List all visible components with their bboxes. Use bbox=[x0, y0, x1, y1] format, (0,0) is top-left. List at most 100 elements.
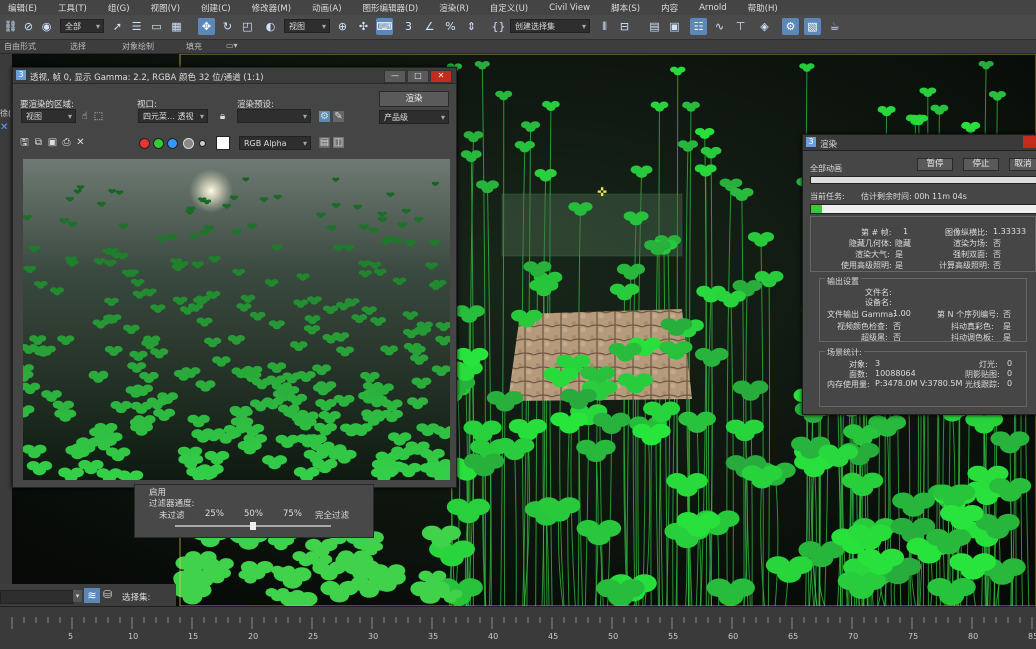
dither-true-label: 抖动真彩色: bbox=[951, 322, 994, 331]
ribbon-tab-populate[interactable]: 填充 bbox=[186, 41, 202, 52]
align-icon[interactable]: ⊟ bbox=[616, 18, 633, 35]
swatch-icon[interactable] bbox=[216, 136, 230, 150]
env-effects-icon[interactable]: ✎ bbox=[333, 111, 344, 122]
material-editor-icon[interactable]: ◈ bbox=[756, 18, 773, 35]
menu-item-3[interactable]: 视图(V) bbox=[143, 2, 193, 14]
maximize-button[interactable]: □ bbox=[407, 70, 429, 83]
copy-image-icon[interactable]: ⧉ bbox=[33, 137, 44, 148]
ribbon-tab-freeform[interactable]: 自由形式 bbox=[4, 41, 36, 52]
rendered-frame-window-icon[interactable]: ▧ bbox=[804, 18, 821, 35]
viewport-select[interactable]: 四元菜… 透视 bbox=[138, 109, 208, 124]
menu-item-9[interactable]: 自定义(U) bbox=[482, 2, 541, 14]
save-image-icon[interactable]: 🖫︎ bbox=[19, 137, 30, 148]
menu-item-13[interactable]: Arnold bbox=[691, 3, 740, 13]
preset-select[interactable] bbox=[237, 109, 311, 124]
menu-item-10[interactable]: Civil View bbox=[541, 3, 603, 13]
menu-item-1[interactable]: 工具(T) bbox=[50, 2, 100, 14]
unlink-icon[interactable]: ⊘ bbox=[20, 18, 37, 35]
selection-filter-select[interactable]: 全部 bbox=[60, 19, 104, 34]
aspect-label: 图像纵横比: bbox=[945, 228, 988, 237]
menu-item-0[interactable]: 编辑(E) bbox=[0, 2, 50, 14]
rect-select-icon[interactable]: ▭ bbox=[148, 18, 165, 35]
edit-named-sel-icon[interactable]: {} bbox=[490, 18, 507, 35]
clone-window-icon[interactable]: ▣ bbox=[47, 137, 58, 148]
stop-button[interactable]: 停止 bbox=[963, 158, 999, 171]
named-selection-select[interactable]: 创建选择集 bbox=[510, 19, 590, 34]
menu-item-14[interactable]: 帮助(H) bbox=[740, 2, 791, 14]
scene-explorer-icon[interactable]: ☷ bbox=[690, 18, 707, 35]
keyboard-shortcut-icon[interactable]: ⌨ bbox=[376, 18, 393, 35]
ribbon-tab-selection[interactable]: 选择 bbox=[70, 41, 86, 52]
menu-item-6[interactable]: 动画(A) bbox=[304, 2, 354, 14]
frame-window-titlebar[interactable]: 3 透视, 帧 0, 显示 Gamma: 2.2, RGBA 颜色 32 位/通… bbox=[13, 68, 456, 84]
close-button[interactable]: ✕ bbox=[430, 70, 452, 83]
print-icon[interactable]: ⎙ bbox=[61, 137, 72, 148]
toggle-ui-icon[interactable]: ▤ bbox=[319, 137, 330, 148]
render-progress-dialog[interactable]: 3 渲染 全部动画 暂停 停止 取消 当前任务: 估计剩余时间: 00h 11m… bbox=[802, 134, 1036, 415]
layer-explorer-icon[interactable]: ▤ bbox=[646, 18, 663, 35]
scale-icon[interactable]: ◰ bbox=[239, 18, 256, 35]
render-setup-icon[interactable]: ⚙ bbox=[782, 18, 799, 35]
pivot-icon[interactable]: ⊕ bbox=[334, 18, 351, 35]
filter-slider-thumb[interactable] bbox=[250, 522, 256, 530]
select-manipulate-icon[interactable]: ✣ bbox=[355, 18, 372, 35]
edit-region-icon[interactable]: ☝ bbox=[79, 111, 90, 122]
mirror-icon[interactable]: ⫴ bbox=[596, 18, 613, 35]
menu-item-5[interactable]: 修改器(M) bbox=[244, 2, 304, 14]
gizmo-icon[interactable]: ✜ bbox=[597, 185, 607, 199]
channel-display-select[interactable]: RGB Alpha bbox=[239, 136, 311, 151]
green-channel-icon[interactable] bbox=[153, 138, 164, 149]
area-select[interactable]: 视图 bbox=[21, 109, 76, 124]
render-production-icon[interactable]: ☕ bbox=[826, 18, 843, 35]
angle-snap-icon[interactable]: ∠ bbox=[421, 18, 438, 35]
ribbon-options-icon[interactable]: ▭▾ bbox=[226, 41, 238, 50]
alpha-channel-icon[interactable] bbox=[183, 138, 194, 149]
isolate-icon[interactable]: ≋ bbox=[84, 588, 100, 603]
snap-3d-icon[interactable]: 3 bbox=[400, 18, 417, 35]
overlay-icon[interactable]: ◫ bbox=[333, 137, 344, 148]
window-crossing-icon[interactable]: ▦ bbox=[168, 18, 185, 35]
mono-icon[interactable] bbox=[199, 140, 206, 147]
render-button[interactable]: 渲染 bbox=[379, 91, 449, 107]
aspect-value: 1.33333 bbox=[993, 227, 1027, 236]
frame-slider[interactable] bbox=[0, 590, 74, 604]
close-x-icon[interactable]: ✕ bbox=[0, 122, 8, 133]
product-level-select[interactable]: 产品级 bbox=[379, 110, 449, 125]
menu-item-8[interactable]: 渲染(R) bbox=[431, 2, 482, 14]
select-by-name-icon[interactable]: ☰ bbox=[128, 18, 145, 35]
place-icon[interactable]: ◐ bbox=[262, 18, 279, 35]
clear-icon[interactable]: ✕ bbox=[75, 137, 86, 148]
toggle-ribbon-icon[interactable]: ▣ bbox=[666, 18, 683, 35]
link-icon[interactable]: ⛓ bbox=[2, 18, 19, 35]
menu-item-4[interactable]: 创建(C) bbox=[193, 2, 244, 14]
selection-lock-icon[interactable]: ⛁ bbox=[103, 588, 112, 601]
render-setup-small-icon[interactable]: ⚙ bbox=[319, 111, 330, 122]
menu-item-12[interactable]: 内容 bbox=[653, 2, 691, 14]
cancel-button[interactable]: 取消 bbox=[1009, 158, 1036, 171]
spinner-snap-icon[interactable]: ⇕ bbox=[463, 18, 480, 35]
chevron-down-icon[interactable]: ▾ bbox=[73, 590, 82, 602]
select-object-icon[interactable]: ➚ bbox=[109, 18, 126, 35]
schematic-view-icon[interactable]: ⊤ bbox=[732, 18, 749, 35]
bind-icon[interactable]: ◉ bbox=[38, 18, 55, 35]
curve-editor-icon[interactable]: ∿ bbox=[711, 18, 728, 35]
ribbon-tab-object-paint[interactable]: 对象绘制 bbox=[122, 41, 154, 52]
menu-item-11[interactable]: 脚本(S) bbox=[603, 2, 653, 14]
pause-button[interactable]: 暂停 bbox=[917, 158, 953, 171]
minimize-button[interactable]: — bbox=[384, 70, 406, 83]
auto-region-icon[interactable]: ⬚ bbox=[93, 111, 104, 122]
render-dialog-close-button[interactable] bbox=[1023, 136, 1036, 148]
blue-channel-icon[interactable] bbox=[167, 138, 178, 149]
rotate-icon[interactable]: ↻ bbox=[219, 18, 236, 35]
red-channel-icon[interactable] bbox=[139, 138, 150, 149]
menu-item-7[interactable]: 图形编辑器(D) bbox=[355, 2, 432, 14]
move-icon[interactable]: ✥ bbox=[198, 18, 215, 35]
timeline[interactable]: 5 10 15 20 25 30 35 40 45 50 55 60 65 70 75 80 85 bbox=[0, 606, 1036, 649]
percent-snap-icon[interactable]: % bbox=[442, 18, 459, 35]
menu-item-2[interactable]: 组(G) bbox=[100, 2, 143, 14]
reference-coord-select[interactable]: 视图 bbox=[284, 19, 330, 34]
status-bar: ▾ ≋ ⛁ 选择集: bbox=[0, 584, 176, 606]
rendered-frame-window[interactable]: 3 透视, 帧 0, 显示 Gamma: 2.2, RGBA 颜色 32 位/通… bbox=[12, 67, 457, 488]
render-dialog-titlebar[interactable]: 3 渲染 bbox=[803, 135, 1036, 151]
lock-icon[interactable]: 🔒︎ bbox=[217, 111, 228, 122]
